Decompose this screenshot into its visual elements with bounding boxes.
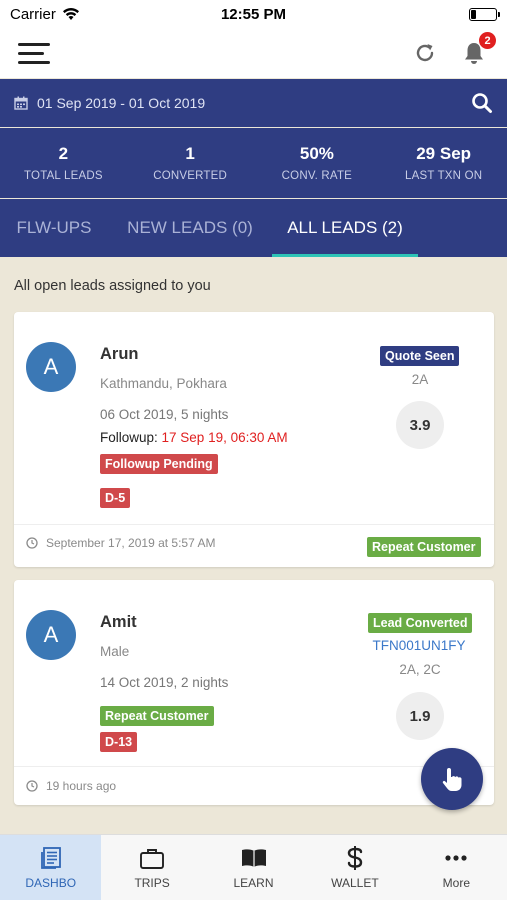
transaction-id-link[interactable]: TFN001UN1FY bbox=[364, 638, 474, 653]
header-actions: 2 bbox=[413, 31, 497, 66]
battery-icon bbox=[469, 7, 500, 21]
nav-label: TRIPS bbox=[134, 875, 170, 890]
card-divider bbox=[14, 524, 494, 525]
more-icon bbox=[444, 846, 468, 870]
status-badge: Lead Converted bbox=[368, 613, 473, 633]
lead-travel-dates: 06 Oct 2019, 5 nights bbox=[100, 407, 229, 422]
lead-name: Arun bbox=[100, 345, 139, 363]
pax-count: 2A bbox=[411, 372, 429, 387]
followup-info: Followup: 17 Sep 19, 06:30 AM bbox=[100, 430, 288, 445]
battery-level bbox=[471, 9, 476, 19]
tab-all-leads[interactable]: ALL LEADS (2) bbox=[272, 199, 418, 257]
nav-learn[interactable]: LEARN bbox=[203, 835, 304, 900]
app-header: 2 bbox=[0, 28, 507, 78]
stat-value: 2 bbox=[58, 144, 69, 163]
nav-wallet[interactable]: WALLET bbox=[304, 835, 405, 900]
briefcase-icon bbox=[139, 846, 165, 870]
menu-line bbox=[18, 51, 44, 55]
lead-card[interactable]: A Arun Kathmandu, Pokhara 06 Oct 2019, 5… bbox=[14, 312, 494, 567]
tab-followups[interactable]: FLW-UPS bbox=[0, 199, 108, 257]
status-badge: Quote Seen bbox=[380, 346, 460, 366]
menu-line bbox=[18, 42, 50, 46]
calendar-icon bbox=[14, 96, 28, 110]
nav-label: WALLET bbox=[331, 875, 379, 890]
section-caption: All open leads assigned to you bbox=[14, 278, 211, 294]
card-footer: September 17, 2019 at 5:57 AM bbox=[26, 536, 215, 550]
date-range[interactable]: 01 Sep 2019 - 01 Oct 2019 bbox=[14, 95, 205, 111]
lead-score: 3.9 bbox=[396, 401, 444, 449]
nav-label: DASHBO bbox=[25, 875, 77, 890]
avatar: A bbox=[26, 342, 76, 392]
days-left-tag: D-5 bbox=[100, 488, 131, 508]
tab-new-leads[interactable]: NEW LEADS (0) bbox=[108, 199, 272, 257]
clock-icon bbox=[26, 537, 38, 549]
followup-label: Followup: bbox=[100, 430, 162, 445]
date-range-label: 01 Sep 2019 - 01 Oct 2019 bbox=[37, 95, 206, 111]
menu-line bbox=[18, 60, 50, 64]
search-button[interactable] bbox=[471, 92, 493, 114]
lead-timestamp: September 17, 2019 at 5:57 AM bbox=[46, 536, 216, 550]
lead-score: 1.9 bbox=[396, 692, 444, 740]
stat-last-txn: 29 Sep LAST TXN ON bbox=[380, 128, 507, 198]
stat-conv-rate: 50% CONV. RATE bbox=[254, 128, 381, 198]
date-range-bar[interactable]: 01 Sep 2019 - 01 Oct 2019 bbox=[0, 79, 507, 127]
lead-tabs: FLW-UPS NEW LEADS (0) ALL LEADS (2) bbox=[0, 199, 507, 257]
nav-trips[interactable]: TRIPS bbox=[101, 835, 202, 900]
lead-gender: Male bbox=[100, 644, 130, 659]
stat-value: 1 bbox=[185, 144, 195, 163]
followup-pending-tag: Followup Pending bbox=[100, 454, 218, 474]
repeat-customer-tag: Repeat Customer bbox=[100, 706, 214, 726]
stat-label: TOTAL LEADS bbox=[24, 170, 103, 182]
pax-count: 2A, 2C bbox=[399, 662, 441, 677]
card-divider bbox=[14, 766, 494, 767]
nav-more[interactable]: More bbox=[406, 835, 507, 900]
wifi-icon bbox=[62, 8, 79, 20]
bottom-nav: DASHBO TRIPS LEARN WALLET More bbox=[0, 834, 507, 900]
days-left-tag: D-13 bbox=[100, 732, 138, 752]
card-footer: 19 hours ago bbox=[26, 779, 116, 793]
search-icon bbox=[472, 93, 492, 113]
stat-converted: 1 CONVERTED bbox=[127, 128, 254, 198]
repeat-customer-tag: Repeat Customer bbox=[367, 537, 481, 557]
followup-time: 17 Sep 19, 06:30 AM bbox=[161, 430, 288, 445]
lead-name: Amit bbox=[100, 613, 137, 631]
notification-badge: 2 bbox=[478, 31, 497, 50]
refresh-icon bbox=[416, 44, 434, 62]
stats-bar: 2 TOTAL LEADS 1 CONVERTED 50% CONV. RATE… bbox=[0, 128, 507, 198]
stat-label: CONVERTED bbox=[153, 170, 228, 182]
stat-total-leads: 2 TOTAL LEADS bbox=[0, 128, 127, 198]
clock-icon bbox=[26, 780, 38, 792]
stat-label: LAST TXN ON bbox=[405, 170, 483, 182]
menu-button[interactable] bbox=[18, 42, 50, 64]
lead-timestamp: 19 hours ago bbox=[46, 779, 117, 793]
dashboard-icon bbox=[39, 846, 63, 870]
status-left: Carrier bbox=[10, 6, 80, 23]
carrier-label: Carrier bbox=[10, 5, 56, 23]
refresh-button[interactable] bbox=[413, 41, 437, 65]
stat-value: 29 Sep bbox=[416, 144, 472, 163]
lead-destinations: Kathmandu, Pokhara bbox=[100, 376, 227, 391]
notifications-button[interactable]: 2 bbox=[461, 31, 497, 66]
lead-travel-dates: 14 Oct 2019, 2 nights bbox=[100, 675, 229, 690]
status-bar: Carrier 12:55 PM bbox=[0, 0, 507, 28]
hand-pointer-icon bbox=[442, 768, 462, 791]
stat-label: CONV. RATE bbox=[281, 170, 353, 182]
book-icon bbox=[240, 846, 268, 870]
stat-value: 50% bbox=[299, 144, 334, 163]
dollar-icon bbox=[346, 845, 364, 870]
touch-action-button[interactable] bbox=[421, 748, 483, 810]
nav-label: More bbox=[442, 875, 470, 890]
nav-label: LEARN bbox=[233, 875, 274, 890]
avatar: A bbox=[26, 610, 76, 660]
nav-dashboard[interactable]: DASHBO bbox=[0, 835, 102, 900]
